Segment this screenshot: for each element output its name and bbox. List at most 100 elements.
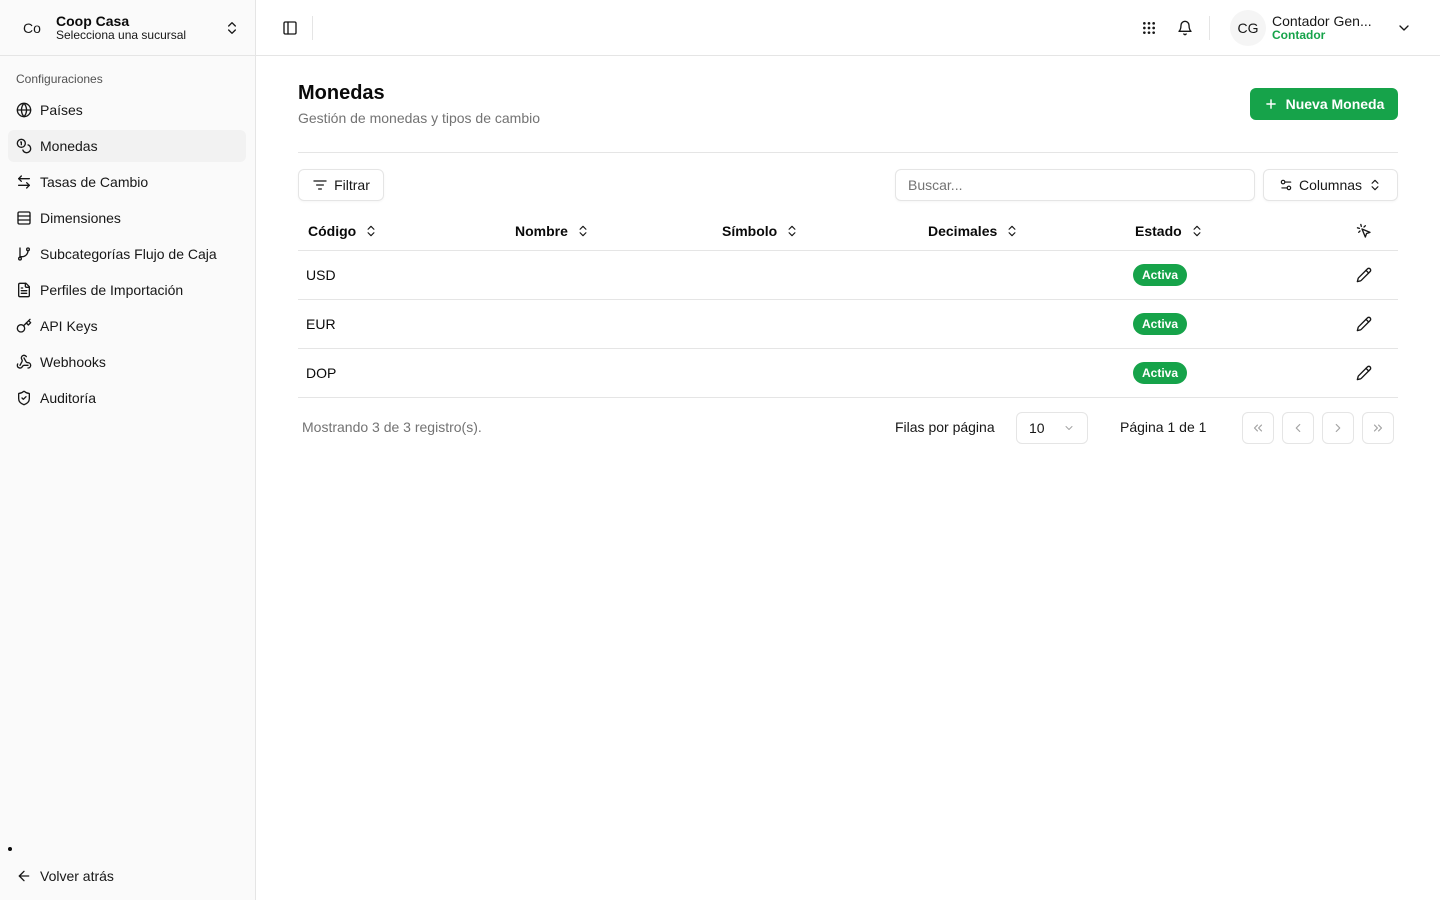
search-input[interactable] (895, 169, 1255, 201)
sidebar-item-label: Auditoría (40, 390, 97, 406)
table-icon (17, 211, 31, 225)
table-row: EUR Activa (298, 300, 1398, 349)
sidebar-nav: Países Monedas Tasas de Cambio Dimension… (8, 94, 246, 418)
column-label: Símbolo (722, 223, 778, 239)
column-header-codigo[interactable]: Código (308, 211, 378, 251)
status-badge: Activa (1133, 313, 1188, 335)
column-label: Código (308, 223, 357, 239)
chevrons-left-icon (1253, 424, 1263, 432)
page-info: Página 1 de 1 (1120, 419, 1207, 435)
panel-left-icon (283, 21, 297, 35)
last-page-button[interactable] (1362, 412, 1394, 444)
pencil-icon[interactable] (1356, 316, 1372, 332)
column-label: Nombre (515, 223, 568, 239)
pencil-icon[interactable] (1356, 267, 1372, 283)
sidebar-item-label: Perfiles de Importación (40, 282, 184, 298)
pencil-icon[interactable] (1356, 365, 1372, 381)
sort-icon (1193, 225, 1201, 237)
chevrons-up-down-icon (228, 22, 236, 34)
coins-icon (16, 138, 32, 154)
new-currency-label: Nueva Moneda (1285, 96, 1385, 112)
plus-icon (1265, 99, 1276, 109)
status-badge: Activa (1133, 362, 1188, 384)
back-button[interactable]: Volver atrás (8, 860, 246, 892)
sidebar: Co Coop Casa Selecciona una sucursal Con… (0, 0, 256, 900)
sidebar-divider (0, 55, 256, 56)
rows-per-page-select[interactable]: 10 (1016, 412, 1088, 444)
org-avatar: Co (23, 20, 41, 36)
sidebar-item-api-keys[interactable]: API Keys (8, 310, 246, 342)
sparkle-icon[interactable] (1356, 223, 1372, 239)
sidebar-item-webhooks[interactable]: Webhooks (8, 346, 246, 378)
column-label: Decimales (928, 223, 998, 239)
file-text-icon (18, 282, 30, 298)
header-separator (1209, 16, 1210, 40)
rows-per-page-label: Filas por página (895, 419, 995, 435)
table-row: DOP Activa (298, 349, 1398, 398)
arrow-left-right-icon (18, 175, 30, 189)
currency-code: USD (306, 267, 336, 283)
currency-code: DOP (306, 365, 337, 381)
settings-sliders-icon (1280, 179, 1292, 191)
org-switcher[interactable]: Co Coop Casa Selecciona una sucursal (8, 8, 248, 48)
sidebar-item-monedas[interactable]: Monedas (8, 130, 246, 162)
column-header-nombre[interactable]: Nombre (515, 211, 590, 251)
sidebar-item-tasas-de-cambio[interactable]: Tasas de Cambio (8, 166, 246, 198)
sort-icon (788, 225, 796, 237)
columns-button[interactable]: Columnas (1263, 169, 1398, 201)
sidebar-item-auditoria[interactable]: Auditoría (8, 382, 246, 414)
key-icon (16, 318, 32, 333)
org-name: Coop Casa (56, 13, 130, 30)
arrow-left-icon (18, 870, 30, 882)
next-page-button[interactable] (1322, 412, 1354, 444)
status-badge: Activa (1133, 264, 1188, 286)
new-currency-button[interactable]: Nueva Moneda (1250, 88, 1398, 120)
notifications-button[interactable] (1173, 16, 1197, 40)
chevron-right-icon (1335, 423, 1341, 433)
table-row: USD Activa (298, 251, 1398, 300)
sidebar-item-paises[interactable]: Países (8, 94, 246, 126)
sidebar-item-label: Países (40, 102, 83, 118)
records-count: Mostrando 3 de 3 registro(s). (302, 419, 482, 435)
sidebar-toggle-button[interactable] (278, 16, 302, 40)
git-branch-icon (18, 247, 30, 261)
header-separator (312, 16, 313, 40)
avatar: CG (1230, 10, 1266, 46)
table-header: Código Nombre Símbolo Decimales Estado (298, 211, 1398, 251)
chevron-left-icon (1295, 423, 1301, 433)
column-header-simbolo[interactable]: Símbolo (722, 211, 799, 251)
top-header: CG Contador Gen... Contador (256, 0, 1440, 56)
currencies-table: Código Nombre Símbolo Decimales Estado U… (298, 211, 1398, 398)
status-dot (8, 847, 12, 851)
currency-code: EUR (306, 316, 336, 332)
column-label: Estado (1135, 223, 1182, 239)
filter-button[interactable]: Filtrar (298, 169, 384, 201)
sidebar-item-perfiles-importacion[interactable]: Perfiles de Importación (8, 274, 246, 306)
sidebar-item-label: API Keys (40, 318, 98, 334)
sidebar-item-subcategorias[interactable]: Subcategorías Flujo de Caja (8, 238, 246, 270)
user-name: Contador Gen... (1272, 13, 1372, 29)
apps-button[interactable] (1137, 16, 1161, 40)
page-title: Monedas (298, 82, 385, 104)
sidebar-item-label: Tasas de Cambio (40, 174, 149, 190)
previous-page-button[interactable] (1282, 412, 1314, 444)
sidebar-item-dimensiones[interactable]: Dimensiones (8, 202, 246, 234)
shield-icon (18, 390, 30, 406)
rows-per-page-value: 10 (1029, 420, 1045, 436)
back-label: Volver atrás (40, 868, 114, 884)
bell-icon (1178, 20, 1192, 36)
column-header-estado[interactable]: Estado (1135, 211, 1204, 251)
user-menu[interactable]: CG Contador Gen... Contador (1230, 10, 1430, 46)
first-page-button[interactable] (1242, 412, 1274, 444)
sort-icon (1008, 225, 1016, 237)
filter-lines-icon (313, 180, 327, 190)
column-header-decimales[interactable]: Decimales (928, 211, 1019, 251)
sidebar-group-label: Configuraciones (16, 72, 103, 86)
chevron-down-icon (1065, 426, 1073, 430)
user-role: Contador (1272, 28, 1326, 43)
columns-label: Columnas (1298, 177, 1363, 193)
page-subtitle: Gestión de monedas y tipos de cambio (298, 110, 541, 126)
header-divider (298, 152, 1398, 153)
chevrons-right-icon (1373, 424, 1383, 432)
filter-label: Filtrar (334, 177, 370, 193)
